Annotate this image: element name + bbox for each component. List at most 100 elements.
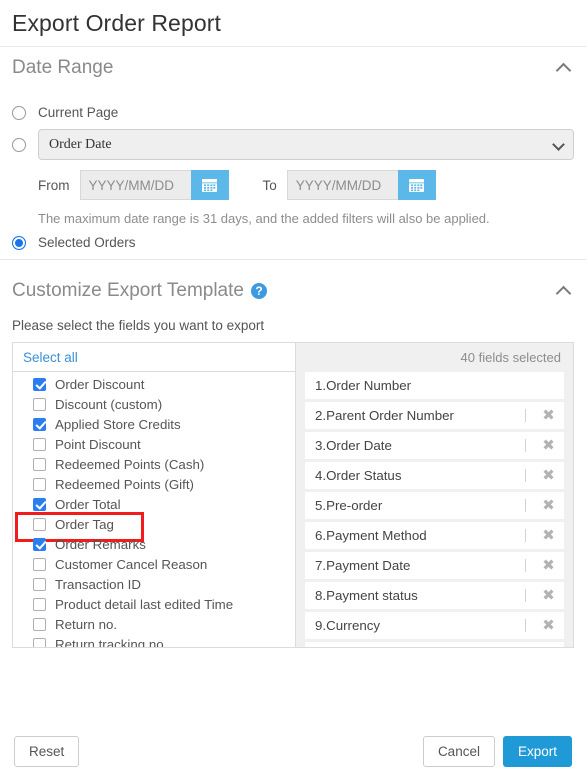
radio-label-selected-orders: Selected Orders (38, 235, 136, 250)
field-checkbox-row[interactable]: Order Remarks (13, 534, 295, 554)
close-x-icon[interactable]: ✖ (539, 558, 564, 573)
reset-button[interactable]: Reset (14, 736, 80, 767)
radio-current-page[interactable] (12, 105, 26, 120)
date-type-select-wrap: Order Date (38, 129, 574, 160)
field-checkbox-row[interactable]: Return no. (13, 614, 295, 634)
field-checkbox[interactable] (33, 637, 46, 647)
to-calendar-button[interactable] (397, 170, 436, 200)
chevron-up-icon[interactable] (556, 60, 572, 76)
date-range-section-header[interactable]: Date Range (0, 47, 586, 89)
radio-selected-orders[interactable] (12, 235, 26, 250)
to-date-input[interactable] (286, 170, 398, 200)
field-label: Redeemed Points (Cash) (55, 456, 205, 472)
field-checkbox[interactable] (33, 417, 46, 431)
selected-field-item[interactable]: 5.Pre-order ✖ (305, 492, 564, 519)
field-checkbox[interactable] (33, 617, 46, 631)
selected-field-item[interactable]: 9.Currency ✖ (305, 612, 564, 639)
field-label: Transaction ID (55, 576, 141, 592)
selected-field-separator (525, 589, 526, 602)
field-checkbox-row[interactable]: Order Discount (13, 374, 295, 394)
close-x-icon[interactable]: ✖ (539, 408, 564, 423)
from-label: From (38, 177, 70, 193)
radio-row-order-date[interactable]: Order Date (12, 129, 574, 160)
selected-field-label: 9.Currency (315, 618, 381, 633)
selected-fields-list[interactable]: 1.Order Number 2.Parent Order Number ✖ 3.Or… (296, 372, 573, 647)
available-fields-list[interactable]: Order Discount Discount (custom) Applied S… (13, 372, 295, 647)
date-range-body: Current Page Order Date From YYYY/MM/DD … (0, 89, 586, 250)
field-checkbox-row[interactable]: Point Discount (13, 434, 295, 454)
selected-field-item[interactable]: 1.Order Number (305, 372, 564, 399)
customize-section-header[interactable]: Customize Export Template ? (0, 274, 586, 308)
selected-field-label: 7.Payment Date (315, 558, 411, 573)
field-label: Return tracking no. (55, 636, 168, 648)
selected-count-label: 40 fields selected (460, 350, 561, 365)
customize-heading: Customize Export Template (12, 280, 244, 301)
close-x-icon[interactable]: ✖ (539, 618, 564, 633)
field-checkbox[interactable] (33, 517, 46, 531)
selected-field-item[interactable]: 7.Payment Date ✖ (305, 552, 564, 579)
selected-field-item[interactable]: 6.Payment Method ✖ (305, 522, 564, 549)
field-checkbox[interactable] (33, 477, 46, 491)
calendar-icon (409, 179, 425, 192)
chevron-up-icon[interactable] (556, 283, 572, 299)
selected-field-item[interactable]: 2.Parent Order Number ✖ (305, 402, 564, 429)
selected-field-item[interactable]: ✖ (305, 642, 564, 647)
help-circle-icon[interactable]: ? (250, 283, 267, 299)
field-checkbox-row[interactable]: Product detail last edited Time (13, 594, 295, 614)
field-label: Product detail last edited Time (55, 596, 234, 612)
radio-row-current-page[interactable]: Current Page (12, 105, 574, 120)
selected-field-label: 2.Parent Order Number (315, 408, 454, 423)
to-label: To (262, 177, 277, 193)
field-checkbox-row[interactable]: Order Total (13, 494, 295, 514)
field-checkbox[interactable] (33, 377, 46, 391)
date-range-hint: The maximum date range is 31 days, and t… (38, 211, 490, 226)
field-label: Redeemed Points (Gift) (55, 476, 194, 492)
field-checkbox-row[interactable]: Applied Store Credits (13, 414, 295, 434)
field-checkbox-row[interactable]: Redeemed Points (Cash) (13, 454, 295, 474)
field-checkbox-row[interactable]: Customer Cancel Reason (13, 554, 295, 574)
export-button[interactable]: Export (502, 736, 572, 767)
field-label: Applied Store Credits (55, 416, 181, 432)
field-label: Order Total (55, 496, 121, 512)
selected-field-label: 6.Payment Method (315, 528, 427, 543)
close-x-icon[interactable]: ✖ (539, 468, 564, 483)
field-label: Point Discount (55, 436, 141, 452)
from-calendar-button[interactable] (190, 170, 229, 200)
field-checkbox-row[interactable]: Redeemed Points (Gift) (13, 474, 295, 494)
customize-subtext: Please select the fields you want to exp… (12, 318, 265, 333)
field-checkbox-row[interactable]: Transaction ID (13, 574, 295, 594)
close-x-icon[interactable]: ✖ (539, 438, 564, 453)
field-checkbox[interactable] (33, 577, 46, 591)
field-label: Order Tag (55, 516, 114, 532)
close-x-icon[interactable]: ✖ (539, 528, 564, 543)
selected-field-item[interactable]: 3.Order Date ✖ (305, 432, 564, 459)
field-label: Customer Cancel Reason (55, 556, 208, 572)
field-checkbox[interactable] (33, 457, 46, 471)
select-all-link[interactable]: Select all (13, 343, 295, 372)
field-picker: Select all Order Discount Discount (custo… (12, 342, 574, 648)
radio-row-selected-orders[interactable]: Selected Orders (12, 235, 574, 250)
selected-field-label: 8.Payment status (315, 588, 418, 603)
selected-field-item[interactable]: 8.Payment status ✖ (305, 582, 564, 609)
from-date-input[interactable] (79, 170, 191, 200)
field-checkbox[interactable] (33, 437, 46, 451)
radio-order-date[interactable] (12, 137, 26, 152)
field-checkbox-row[interactable]: Return tracking no. (13, 634, 295, 647)
selected-field-separator (525, 529, 526, 542)
field-checkbox[interactable] (33, 557, 46, 571)
field-checkbox[interactable] (33, 497, 46, 511)
cancel-button[interactable]: Cancel (422, 736, 495, 767)
field-checkbox-row[interactable]: Order Tag (13, 512, 295, 542)
close-x-icon[interactable]: ✖ (539, 498, 564, 513)
field-checkbox-row[interactable]: Discount (custom) (13, 394, 295, 414)
selected-field-item[interactable]: 4.Order Status ✖ (305, 462, 564, 489)
field-checkbox[interactable] (33, 597, 46, 611)
date-type-select[interactable]: Order Date (38, 129, 574, 160)
date-range-heading: Date Range (12, 57, 114, 78)
field-checkbox[interactable] (33, 537, 46, 551)
page-title: Export Order Report (12, 9, 221, 36)
from-date-field (79, 170, 229, 200)
close-x-icon[interactable]: ✖ (539, 588, 564, 603)
field-checkbox[interactable] (33, 397, 46, 411)
customize-heading-wrap: Customize Export Template ? (12, 280, 267, 302)
